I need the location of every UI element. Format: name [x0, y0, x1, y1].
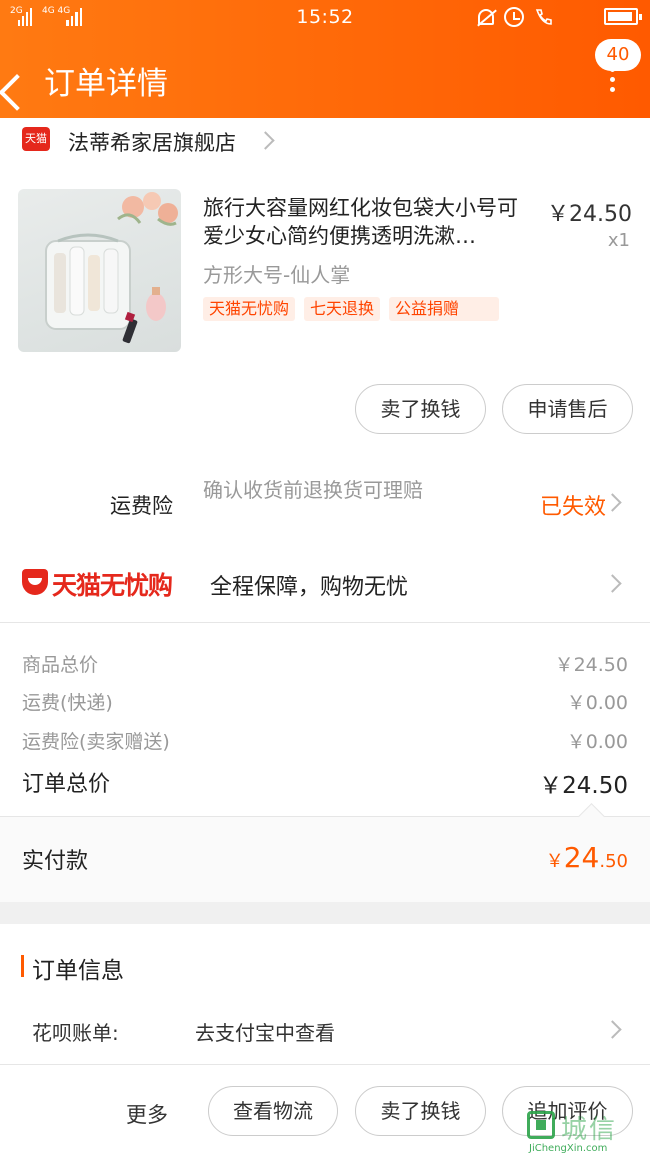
- chevron-right-icon: [603, 1020, 622, 1039]
- app-header: 2G 4G 4G 15:52 订单详情 40: [0, 0, 650, 118]
- shield-icon: [22, 569, 48, 595]
- worry-free-row[interactable]: 天猫无忧购 全程保障，购物无忧: [0, 556, 650, 612]
- insurance-fee-label: 运费险(卖家赠送): [22, 731, 170, 753]
- worry-free-brand: 天猫无忧购: [52, 571, 173, 600]
- shop-name[interactable]: 法蒂希家居旗舰店: [68, 127, 236, 157]
- after-sale-button[interactable]: 申请售后: [502, 384, 633, 434]
- shipping-insurance-status[interactable]: 已失效: [540, 489, 606, 521]
- insurance-fee-value: ￥0.00: [566, 731, 628, 753]
- watermark-logo-icon: [527, 1111, 555, 1139]
- shop-row[interactable]: 天猫 法蒂希家居旗舰店: [0, 118, 650, 164]
- goods-total-value: ￥24.50: [554, 654, 628, 676]
- page-title: 订单详情: [44, 66, 168, 102]
- product-price: ￥24.50: [547, 202, 632, 227]
- paid-currency: ￥: [545, 851, 564, 872]
- huabei-value[interactable]: 去支付宝中查看: [195, 1017, 335, 1046]
- service-tag: 七天退换: [304, 297, 381, 321]
- sell-for-cash-button[interactable]: 卖了换钱: [355, 384, 486, 434]
- goods-total-row: 商品总价 ￥24.50: [22, 650, 628, 677]
- alarm-icon: [504, 7, 524, 27]
- divider: [0, 622, 650, 623]
- section-gap: [0, 902, 650, 924]
- actual-paid-label: 实付款: [22, 849, 89, 874]
- order-info-title: 订单信息: [32, 958, 124, 984]
- product-sku: 方形大号-仙人掌: [203, 263, 351, 287]
- product-image[interactable]: [18, 189, 181, 352]
- actual-paid-amount: ￥24.50: [546, 841, 628, 874]
- status-icons: [478, 7, 554, 27]
- status-bar: 2G 4G 4G 15:52: [0, 0, 650, 34]
- chevron-right-icon: [603, 574, 622, 593]
- tmall-logo: 天猫: [22, 127, 50, 151]
- order-total-row: 订单总价 ￥24.50: [22, 766, 628, 799]
- service-tag: 天猫无忧购: [203, 297, 296, 321]
- product-quantity: x1: [607, 230, 630, 251]
- paid-integer: 24: [563, 841, 600, 874]
- shipping-insurance-label: 运费险: [110, 494, 173, 518]
- battery-icon: [604, 8, 642, 25]
- huabei-label: 花呗账单:: [32, 1021, 119, 1045]
- shipping-insurance-desc: 确认收货前退换货可理赔: [203, 478, 423, 502]
- paid-decimal: .50: [599, 851, 628, 872]
- message-count-badge[interactable]: 40: [595, 39, 641, 71]
- product-title[interactable]: 旅行大容量网红化妆包袋大小号可爱少女心简约便携透明洗漱…: [203, 194, 533, 250]
- site-watermark: 城信 JiChengXin.com: [527, 1107, 642, 1155]
- goods-total-label: 商品总价: [22, 654, 99, 676]
- worry-free-slogan: 全程保障，购物无忧: [210, 575, 409, 600]
- view-logistics-button[interactable]: 查看物流: [208, 1086, 338, 1136]
- more-button[interactable]: 更多: [126, 1099, 168, 1129]
- insurance-fee-row: 运费险(卖家赠送) ￥0.00: [22, 727, 628, 754]
- service-tags: 天猫无忧购 七天退换 公益捐赠: [203, 297, 500, 321]
- mute-bell-icon: [478, 9, 494, 25]
- actual-paid-row: 实付款 ￥24.50: [0, 816, 650, 902]
- shipping-fee-value: ￥0.00: [566, 692, 628, 714]
- watermark-en: JiChengXin.com: [529, 1143, 608, 1154]
- hd-call-icon: [534, 7, 554, 27]
- shipping-fee-row: 运费(快递) ￥0.00: [22, 688, 628, 715]
- order-total-label: 订单总价: [22, 772, 111, 797]
- service-tag: 公益捐赠: [389, 297, 500, 321]
- back-chevron-icon[interactable]: [13, 60, 39, 92]
- watermark-cn: 城信: [561, 1115, 618, 1145]
- shipping-fee-label: 运费(快递): [22, 692, 113, 714]
- chevron-right-icon: [603, 493, 622, 512]
- order-total-value: ￥24.50: [539, 773, 628, 799]
- sell-for-cash-button[interactable]: 卖了换钱: [355, 1086, 486, 1136]
- chevron-right-icon: [256, 131, 275, 150]
- section-accent-bar: [21, 955, 24, 977]
